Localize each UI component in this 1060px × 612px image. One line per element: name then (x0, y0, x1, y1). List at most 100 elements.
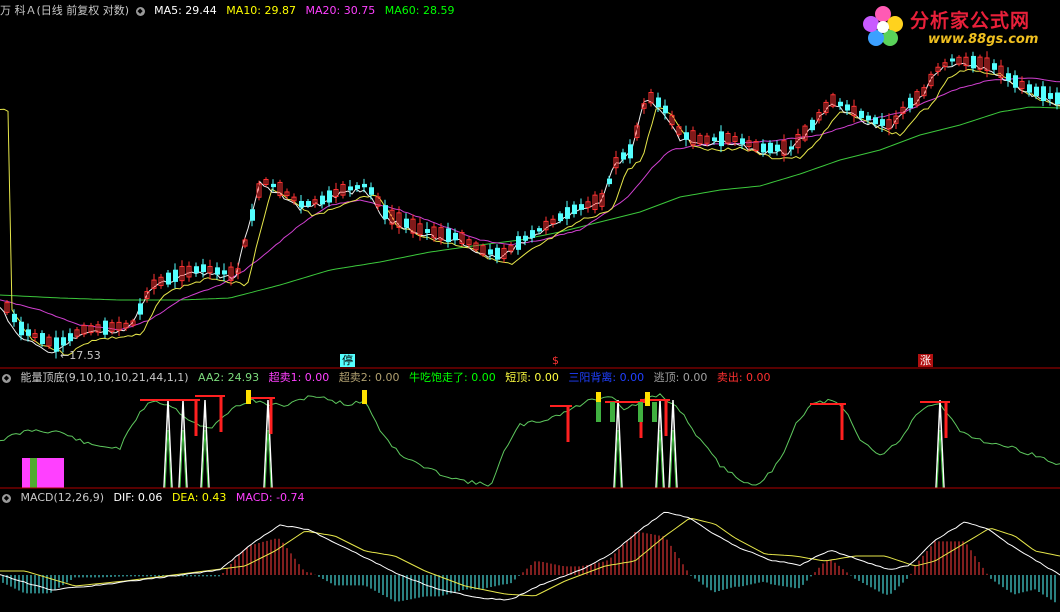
candle-body (607, 178, 612, 185)
candle-body (453, 232, 458, 241)
short-top-bar (645, 392, 650, 406)
candle-body (404, 218, 409, 228)
settings-circle-icon[interactable]: ◆ (2, 373, 11, 383)
candle-body (327, 190, 332, 203)
dif-line (0, 511, 1060, 601)
candle-body (838, 101, 843, 107)
aa2-value: AA2: 24.93 (198, 371, 260, 384)
ma5-line (0, 62, 1060, 354)
candle-body (12, 313, 17, 323)
candle-body (859, 110, 864, 119)
candle-body (68, 333, 73, 342)
candle-body (712, 137, 717, 142)
sanyang-value: 三阳背离: 0.00 (568, 371, 645, 384)
settings-circle-icon[interactable]: ◆ (2, 493, 11, 503)
chaomai1-value: 超卖1: 0.00 (268, 371, 330, 384)
candle-body (866, 115, 871, 121)
green-signal-bar (596, 402, 601, 422)
candle-body (873, 117, 878, 125)
watermark: 分析家公式网 www.88gs.com (858, 2, 1058, 54)
candle-body (761, 143, 766, 153)
candle-body (250, 209, 255, 221)
candle-body (271, 183, 276, 188)
candle-body (299, 200, 304, 208)
candle-body (530, 230, 535, 238)
candlestick-panel (0, 51, 1060, 359)
candle-body (215, 267, 220, 275)
macd-value: MACD: -0.74 (235, 491, 305, 504)
candle-body (684, 132, 689, 140)
ma60-line (0, 106, 1060, 301)
oversold-bar (30, 458, 37, 488)
candle-body (201, 264, 206, 273)
ma10-value: MA10: 29.87 (226, 4, 297, 17)
settings-circle-icon[interactable]: ◆ (135, 6, 145, 16)
green-signal-bar (652, 402, 657, 422)
candle-body (572, 204, 577, 215)
candle-body (880, 119, 885, 126)
watermark-url: www.88gs.com (928, 32, 1039, 47)
green-signal-bar (610, 402, 615, 422)
suspend-marker[interactable]: 停 (340, 354, 355, 367)
oversold-block (22, 458, 64, 488)
energy-indicator-panel (0, 390, 1060, 489)
candle-body (579, 204, 584, 210)
candle-body (558, 213, 563, 222)
candle-body (40, 333, 45, 345)
candle-body (348, 186, 353, 191)
low-price-label: ←17.53 (60, 349, 101, 362)
candle-body (950, 58, 955, 62)
candle-body (355, 185, 360, 189)
candle-body (663, 105, 668, 114)
niuchi-value: 牛吃饱走了: 0.00 (409, 371, 496, 384)
candle-body (425, 229, 430, 233)
candle-body (222, 270, 227, 275)
candle-body (26, 329, 31, 336)
candle-body (166, 272, 171, 285)
duanding-value: 短顶: 0.00 (505, 371, 559, 384)
ma20-line (0, 77, 1060, 331)
candle-body (1055, 92, 1060, 105)
short-top-bar (246, 390, 251, 404)
watermark-title: 分析家公式网 (910, 10, 1031, 32)
candle-body (1041, 86, 1046, 102)
dividend-marker[interactable]: $ (550, 354, 561, 367)
candle-body (194, 266, 199, 274)
candle-body (845, 104, 850, 111)
macd-title[interactable]: MACD(12,26,9) (21, 491, 105, 504)
candle-body (565, 207, 570, 219)
candle-body (61, 337, 66, 346)
candle-body (810, 119, 815, 131)
candle-body (768, 142, 773, 154)
chart-title[interactable]: 万 科Ａ(日线 前复权 对数) (0, 4, 129, 17)
main-legend: 万 科Ａ(日线 前复权 对数) ◆ MA5: 29.44 MA10: 29.87… (0, 3, 460, 19)
candle-body (621, 152, 626, 160)
chaomai2-value: 超卖2: 0.00 (338, 371, 400, 384)
limit-up-marker[interactable]: 涨 (918, 354, 933, 367)
chart-stage[interactable] (0, 0, 1060, 612)
candle-body (789, 146, 794, 150)
candle-body (1006, 73, 1011, 81)
candle-body (992, 63, 997, 70)
macd-panel (0, 511, 1060, 603)
candle-body (1048, 93, 1053, 99)
flower-logo-icon (863, 6, 903, 46)
candle-body (971, 55, 976, 69)
short-top-bar (362, 390, 367, 404)
candle-body (383, 205, 388, 219)
ma20-value: MA20: 30.75 (305, 4, 376, 17)
candle-body (775, 144, 780, 152)
dea-line (0, 517, 1060, 597)
dif-value: DIF: 0.06 (113, 491, 163, 504)
candle-body (19, 321, 24, 336)
candle-body (1034, 86, 1039, 96)
indicator-title[interactable]: 能量顶底(9,10,10,10,21,44,1,1) (21, 371, 189, 384)
candle-body (908, 97, 913, 109)
candle-body (740, 138, 745, 145)
candle-body (103, 320, 108, 335)
candle-body (516, 236, 521, 250)
ma5-value: MA5: 29.44 (154, 4, 217, 17)
candle-body (628, 144, 633, 159)
candle-body (446, 228, 451, 242)
taoding-value: 逃顶: 0.00 (653, 371, 708, 384)
